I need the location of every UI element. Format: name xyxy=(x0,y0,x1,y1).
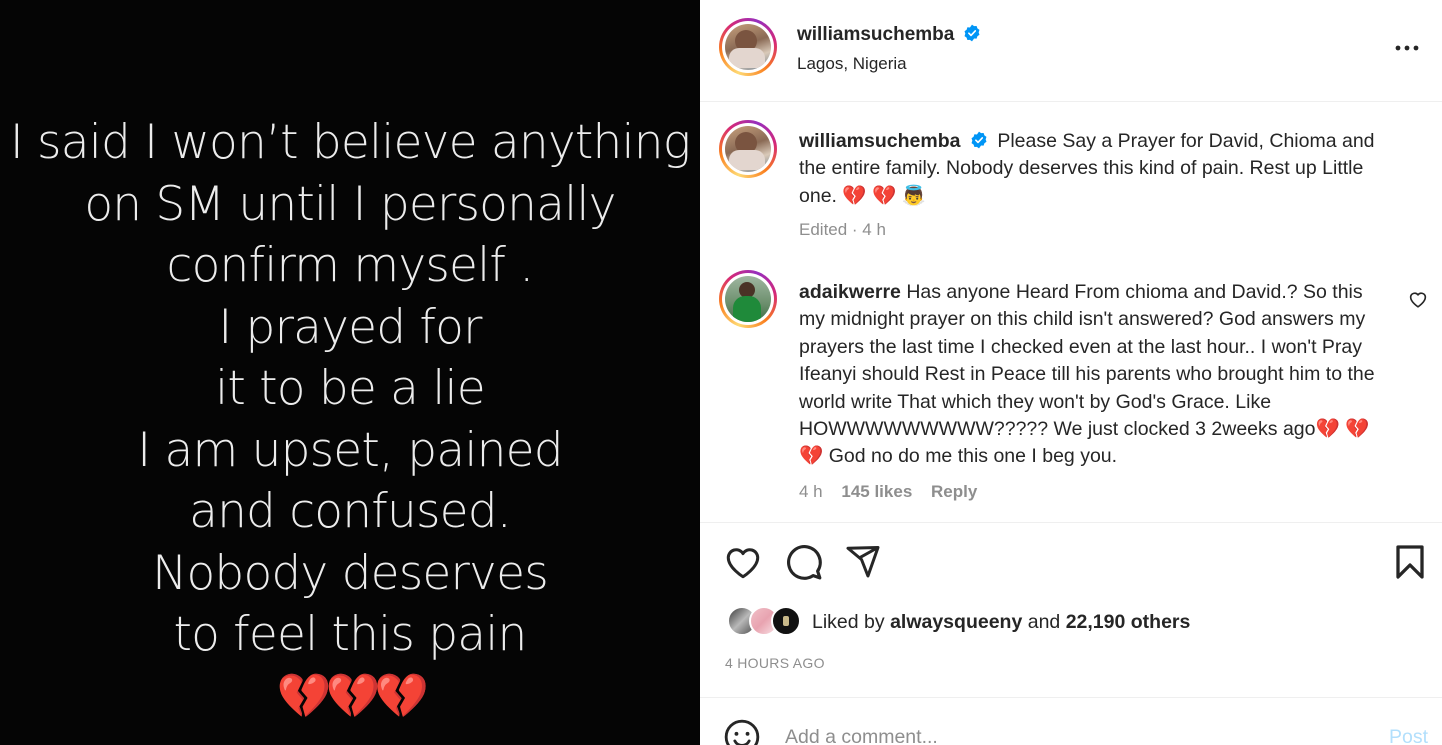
image-text-line: confirm myself . xyxy=(166,238,535,293)
image-text-line: on SM until I personally xyxy=(84,176,616,232)
emoji-smiley-icon[interactable] xyxy=(723,718,761,745)
comment-text: Has anyone Heard From chioma and David.?… xyxy=(799,281,1375,468)
post-detail-panel: williamsuchemba Lagos, Nigeria williamsu… xyxy=(700,0,1442,745)
section-divider xyxy=(700,522,1442,523)
caption-meta: Edited · 4 h xyxy=(799,220,886,239)
broken-heart-emojis: 💔💔💔 xyxy=(276,670,429,722)
comment-bubble-icon[interactable] xyxy=(785,543,823,581)
image-text-line: and confused. xyxy=(189,484,512,539)
more-options-icon[interactable] xyxy=(1394,38,1420,58)
commenter-avatar[interactable] xyxy=(719,270,777,328)
image-text-line: it to be a lie xyxy=(215,361,486,416)
author-avatar[interactable] xyxy=(719,18,777,76)
image-text-line: I said I won’t believe anything xyxy=(9,115,691,170)
comment-like-heart-icon[interactable] xyxy=(1408,290,1428,308)
section-divider xyxy=(700,697,1442,698)
bookmark-icon[interactable] xyxy=(1394,544,1426,580)
liked-by-text: Liked by alwaysqueeny and 22,190 others xyxy=(812,611,1190,634)
liked-by-user[interactable]: alwaysqueeny xyxy=(890,611,1022,633)
liker-avatar xyxy=(771,606,801,636)
comment-likes-count[interactable]: 145 likes xyxy=(841,482,912,501)
caption-avatar[interactable] xyxy=(719,120,777,178)
image-text-line: I prayed for xyxy=(218,299,482,355)
share-paper-plane-icon[interactable] xyxy=(845,543,881,579)
image-text-line: I am upset, pained xyxy=(137,422,563,478)
liked-by-avatars[interactable] xyxy=(727,606,807,638)
verified-badge-icon xyxy=(971,131,987,149)
post-image-text: I said I won’t believe anything on SM un… xyxy=(0,112,700,727)
post-image[interactable]: I said I won’t believe anything on SM un… xyxy=(0,0,700,745)
verified-badge-icon xyxy=(964,24,980,42)
commenter-username[interactable]: adaikwerre xyxy=(799,281,901,303)
add-comment-input[interactable]: Add a comment... xyxy=(785,726,938,745)
post-comment-button[interactable]: Post xyxy=(1389,726,1428,745)
post-header: williamsuchemba Lagos, Nigeria xyxy=(700,0,1442,102)
image-text-line: Nobody deserves xyxy=(152,545,549,601)
heart-icon[interactable] xyxy=(724,544,762,580)
comment-reply-button[interactable]: Reply xyxy=(931,482,977,501)
comment-time: 4 h xyxy=(799,482,823,501)
liked-by-prefix: Liked by xyxy=(812,611,885,633)
header-location[interactable]: Lagos, Nigeria xyxy=(797,54,907,74)
liked-by-and: and xyxy=(1027,611,1061,633)
post-timestamp[interactable]: 4 HOURS AGO xyxy=(725,655,825,671)
image-text-line: to feel this pain xyxy=(173,607,527,662)
caption-username[interactable]: williamsuchemba xyxy=(799,130,960,152)
header-username[interactable]: williamsuchemba xyxy=(797,24,954,45)
liked-by-others[interactable]: 22,190 others xyxy=(1066,611,1191,633)
